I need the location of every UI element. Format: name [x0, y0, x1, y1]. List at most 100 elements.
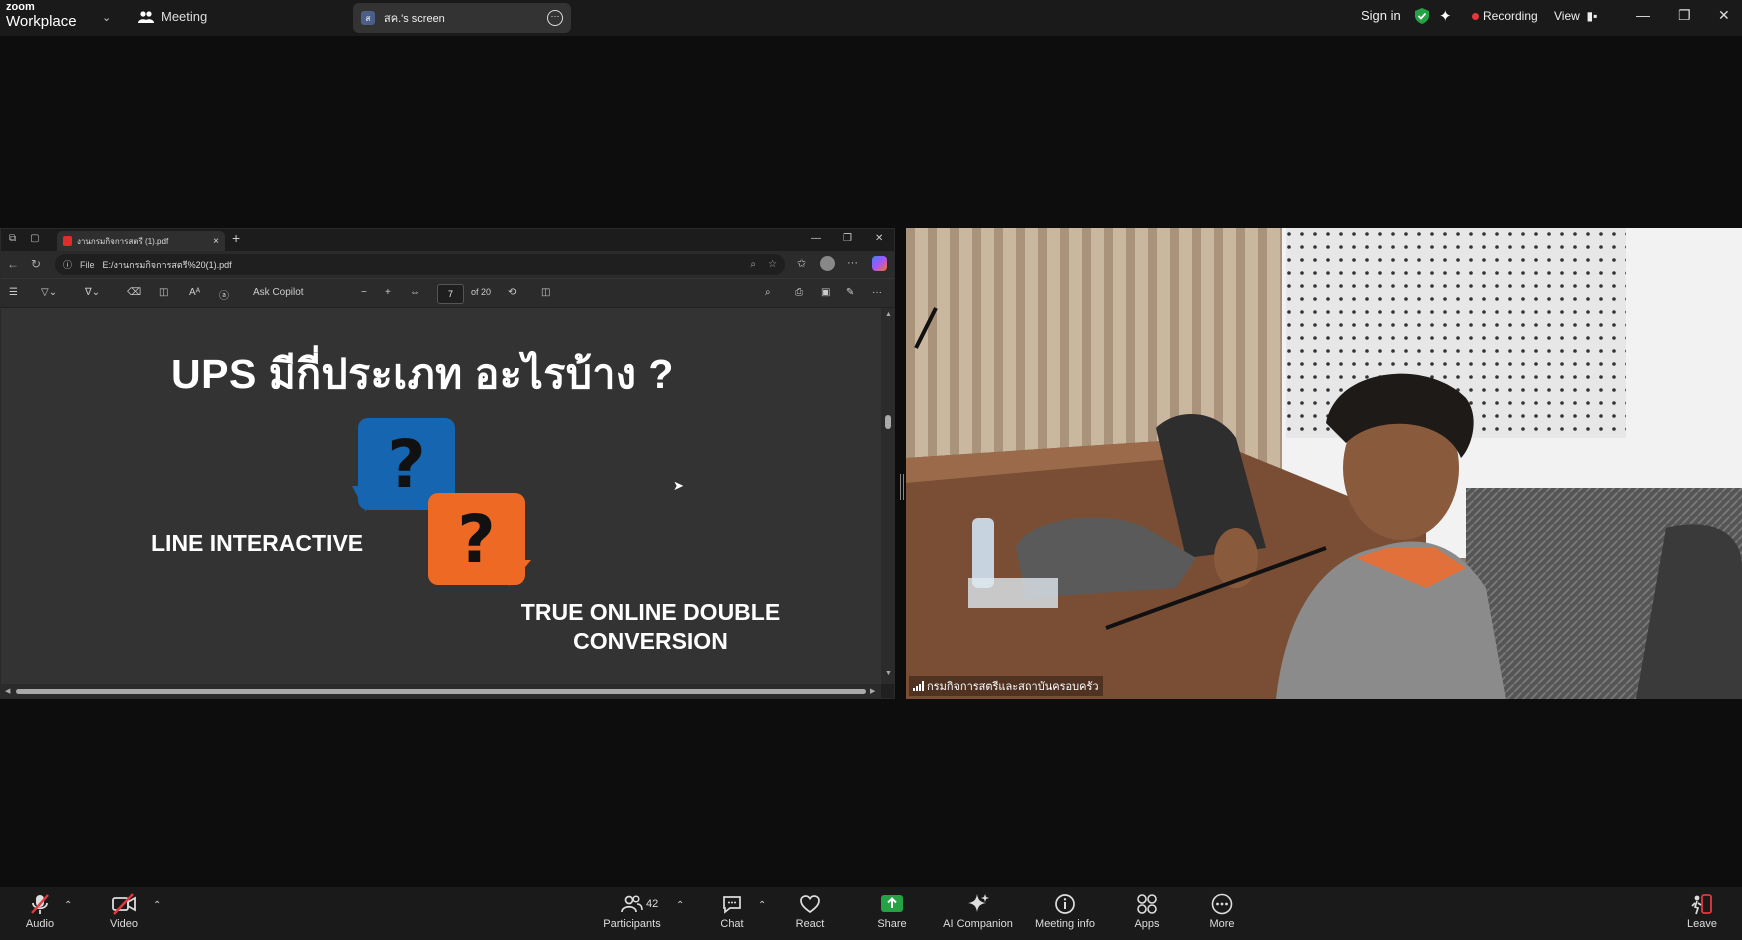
browser-minimize-icon[interactable]: — [811, 233, 821, 244]
back-arrow-icon[interactable]: ← [7, 257, 19, 271]
favorite-star-icon[interactable]: ☆ [768, 259, 777, 270]
read-aloud-icon[interactable]: Aᴬ [189, 287, 200, 298]
share-screen-icon [881, 895, 903, 912]
view-button[interactable]: View ▮▪ [1554, 9, 1597, 23]
ai-companion-label: AI Companion [943, 918, 1013, 930]
more-options-icon[interactable]: ··· [547, 10, 563, 26]
restore-icon[interactable]: ❐ [1678, 7, 1691, 24]
eraser-icon[interactable]: ⌫ [127, 287, 141, 298]
chat-label: Chat [720, 918, 744, 930]
pdf-more-icon[interactable]: ··· [872, 287, 882, 298]
chat-button[interactable]: Chat [692, 893, 772, 930]
participants-options-caret-icon[interactable]: ⌃ [676, 900, 684, 911]
browser-restore-icon[interactable]: ❐ [843, 233, 852, 244]
view-label: View [1554, 9, 1580, 23]
new-tab-icon[interactable]: + [232, 230, 240, 246]
video-button[interactable]: Video [84, 893, 164, 930]
slide-title: UPS มีกี่ประเภท อะไรบ้าง ? [171, 351, 674, 397]
two-page-icon[interactable]: ◫ [541, 287, 550, 298]
horizontal-scroll-thumb[interactable] [16, 689, 866, 694]
screen-share-indicator[interactable]: ส สค.'s screen ··· [353, 3, 571, 33]
refresh-icon[interactable]: ↻ [31, 257, 41, 271]
pdf-vertical-scrollbar[interactable]: ▲ ▼ [881, 308, 895, 684]
zoom-top-bar: zoom Workplace ⌄ Meeting ส สค.'s screen … [0, 0, 1742, 36]
tab-close-icon[interactable]: × [213, 236, 219, 247]
video-options-caret-icon[interactable]: ⌃ [153, 900, 161, 911]
favorites-icon[interactable]: ✩ [797, 257, 806, 270]
leave-button[interactable]: Leave [1662, 893, 1742, 930]
workspaces-icon[interactable]: ⧉ [9, 233, 16, 244]
scroll-up-icon[interactable]: ▲ [885, 311, 892, 318]
browser-tab-pdf[interactable]: งานกรมกิจการสตรี (1).pdf × [57, 231, 225, 251]
pdf-horizontal-scrollbar[interactable]: ◀ ▶ [1, 684, 881, 698]
browser-tab-strip: ⧉ ▢ งานกรมกิจการสตรี (1).pdf × + — ❐ ✕ [1, 229, 894, 251]
url-field[interactable]: ⓘ File E:/งานกรมกิจการสตรี%20(1).pdf ⌕ ☆ [55, 254, 785, 275]
meeting-button[interactable]: Meeting [138, 9, 207, 24]
translate-icon[interactable]: ⓐ [219, 287, 229, 302]
save-icon[interactable]: ▣ [821, 287, 830, 298]
tab-actions-icon[interactable]: ▢ [30, 233, 39, 244]
fit-page-icon[interactable]: ⇔ [410, 287, 420, 298]
view-layout-icon: ▮▪ [1583, 9, 1598, 23]
apps-button[interactable]: Apps [1107, 893, 1187, 930]
print-icon[interactable]: ⎙ [795, 287, 803, 298]
scroll-down-icon[interactable]: ▼ [885, 670, 892, 677]
zoom-out-icon[interactable]: − [361, 287, 367, 298]
rotate-icon[interactable]: ⟲ [508, 287, 516, 298]
camera-off-icon [112, 893, 136, 915]
close-icon[interactable]: ✕ [1718, 7, 1730, 24]
split-view-handle[interactable] [900, 474, 904, 500]
ai-sparkle-icon[interactable]: ✦ [1439, 7, 1452, 25]
chat-options-caret-icon[interactable]: ⌃ [758, 900, 766, 911]
meeting-info-label: Meeting info [1035, 918, 1095, 930]
share-button[interactable]: Share [852, 893, 932, 930]
browser-menu-icon[interactable]: ··· [847, 257, 858, 269]
more-label: More [1209, 918, 1235, 930]
copilot-icon[interactable] [872, 256, 887, 271]
minimize-icon[interactable]: — [1636, 7, 1650, 23]
people-icon [138, 10, 154, 23]
react-button[interactable]: React [770, 893, 850, 930]
scroll-left-icon[interactable]: ◀ [5, 687, 10, 695]
page-total: of 20 [471, 287, 492, 297]
recording-indicator[interactable]: Recording [1472, 9, 1538, 23]
tab-title: งานกรมกิจการสตรี (1).pdf [77, 236, 169, 246]
recording-dot-icon [1472, 12, 1479, 20]
scroll-right-icon[interactable]: ▶ [870, 687, 875, 695]
logo-zoom: zoom [6, 1, 35, 13]
orange-question-bubble-icon: ? [428, 493, 525, 585]
page-number-input[interactable]: 7 [437, 284, 464, 304]
sign-in-link[interactable]: Sign in [1361, 8, 1401, 23]
vertical-scroll-thumb[interactable] [885, 415, 891, 429]
ask-copilot-button[interactable]: Ask Copilot [253, 287, 304, 298]
option-online-double-conversion: TRUE ONLINE DOUBLE CONVERSION [520, 599, 781, 654]
mic-muted-icon [31, 894, 49, 914]
encryption-shield-icon[interactable] [1415, 8, 1429, 24]
page-view-icon[interactable]: ◫ [159, 287, 168, 298]
more-dots-icon [1211, 893, 1233, 915]
participants-label: Participants [603, 918, 661, 930]
zoom-lens-icon[interactable]: ⌕ [750, 259, 756, 270]
signal-strength-icon [913, 681, 924, 691]
more-button[interactable]: More [1182, 893, 1262, 930]
ai-companion-button[interactable]: AI Companion [938, 893, 1018, 930]
meeting-controls-bar: Audio ⌃ Video ⌃ Participants 42 ⌃ Chat ⌃… [0, 887, 1742, 940]
contents-icon[interactable]: ☰ [9, 287, 18, 298]
audio-button[interactable]: Audio [0, 893, 80, 930]
apps-icon [1137, 894, 1157, 914]
browser-close-icon[interactable]: ✕ [875, 233, 883, 244]
participant-video-tile[interactable]: กรมกิจการสตรีและสถาบันครอบครัว [906, 228, 1742, 699]
sharer-avatar: ส [361, 11, 375, 25]
profile-avatar[interactable] [820, 256, 835, 271]
pdf-file-icon [63, 236, 72, 246]
zoom-in-icon[interactable]: + [385, 287, 391, 298]
meeting-info-button[interactable]: Meeting info [1025, 893, 1105, 930]
browser-address-bar: ← ↻ ⓘ File E:/งานกรมกิจการสตรี%20(1).pdf… [1, 251, 894, 278]
participants-button[interactable]: Participants [592, 893, 672, 930]
highlight-icon[interactable]: ▽⌄ [41, 287, 57, 298]
draw-icon[interactable]: ∇⌄ [85, 287, 100, 298]
save-as-icon[interactable]: ✎ [846, 287, 854, 298]
audio-options-caret-icon[interactable]: ⌃ [64, 900, 72, 911]
pdf-search-icon[interactable]: ⌕ [765, 287, 771, 298]
chevron-down-icon[interactable]: ⌄ [102, 11, 111, 24]
